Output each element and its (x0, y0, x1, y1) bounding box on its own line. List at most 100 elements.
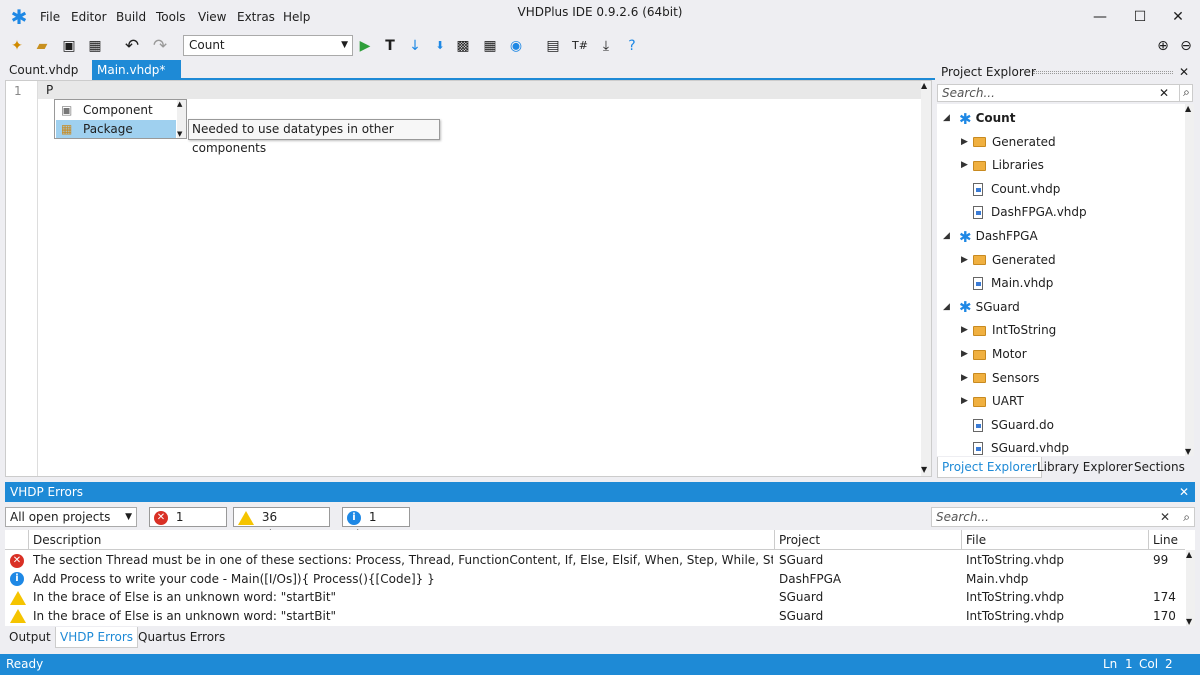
minimize-button[interactable]: — (1080, 6, 1120, 28)
tree-item-file[interactable]: SGuard.do (973, 415, 1054, 435)
expanded-arrow-icon[interactable]: ◢ (943, 297, 950, 317)
text-tool-icon[interactable]: T (380, 36, 400, 56)
tab-count-vhdp[interactable]: Count.vhdp (4, 60, 83, 80)
import-icon[interactable]: ⤓ (596, 36, 616, 56)
tree-item-file[interactable]: DashFPGA.vhdp (973, 202, 1087, 222)
error-row[interactable]: In the brace of Else is an unknown word:… (5, 588, 1185, 607)
collapsed-arrow-icon[interactable]: ▶ (961, 391, 968, 411)
code-editor[interactable]: 1 P ▲ ▼ (5, 80, 932, 477)
new-project-icon[interactable]: ✦ (7, 36, 27, 56)
text-format-icon[interactable]: T# (570, 36, 590, 56)
tree-item-file[interactable]: Main.vhdp (973, 273, 1053, 293)
tab-library-explorer[interactable]: Library Explorer (1033, 457, 1137, 478)
zoom-in-icon[interactable]: ⊕ (1153, 36, 1173, 56)
configuration-select[interactable]: Count ▼ (183, 35, 353, 56)
scroll-down-icon[interactable]: ▼ (1186, 617, 1192, 626)
error-row[interactable]: ✕ The section Thread must be in one of th… (5, 551, 1185, 570)
help-icon[interactable]: ? (622, 36, 642, 56)
maximize-button[interactable]: ☐ (1120, 6, 1160, 28)
warnings-filter-button[interactable]: 36 Warnings (233, 507, 330, 542)
chevron-up-icon[interactable]: ▲ (177, 100, 182, 108)
tree-item-folder[interactable]: ▶ Motor (961, 344, 1027, 364)
step-icon[interactable]: ⬇ (430, 36, 450, 56)
clear-search-icon[interactable]: ✕ (1160, 508, 1170, 526)
run-icon[interactable]: ▶ (355, 36, 375, 56)
collapsed-arrow-icon[interactable]: ▶ (961, 368, 968, 388)
tree-item-project[interactable]: ◢ ✱ Count (943, 108, 1015, 128)
column-header-line[interactable]: Line (1149, 530, 1185, 550)
error-project-cell: DashFPGA (779, 571, 842, 586)
tab-quartus-errors[interactable]: Quartus Errors (134, 627, 229, 648)
collapsed-arrow-icon[interactable]: ▶ (961, 250, 968, 270)
error-row[interactable]: i Add Process to write your code - Main([… (5, 570, 1185, 589)
column-header-project[interactable]: Project (775, 530, 962, 550)
settings-chip-icon[interactable]: ▤ (543, 36, 563, 56)
scroll-down-icon[interactable]: ▼ (1185, 447, 1191, 456)
zoom-out-icon[interactable]: ⊖ (1176, 36, 1196, 56)
completion-item-component[interactable]: ▣ Component (56, 101, 176, 119)
search-icon[interactable]: ⌕ (1179, 85, 1193, 101)
tab-project-explorer[interactable]: Project Explorer (937, 457, 1042, 478)
explorer-search-input[interactable]: Search... (937, 84, 1193, 102)
scroll-down-icon[interactable]: ▼ (921, 465, 927, 474)
tab-output[interactable]: Output (5, 627, 55, 648)
tree-item-file[interactable]: SGuard.vhdp (973, 438, 1069, 456)
download-arrow-icon[interactable]: ↓ (405, 36, 425, 56)
search-icon[interactable]: ⌕ (1183, 508, 1190, 526)
collapsed-arrow-icon[interactable]: ▶ (961, 132, 968, 152)
chevron-down-icon[interactable]: ▼ (177, 130, 182, 138)
errors-panel-header: VHDP Errors ✕ (5, 482, 1195, 502)
file-icon (973, 182, 983, 196)
editor-scrollbar[interactable]: ▲ ▼ (921, 81, 931, 476)
pin-planner-icon[interactable]: ▦ (480, 36, 500, 56)
scroll-up-icon[interactable]: ▲ (1185, 104, 1191, 113)
open-folder-icon[interactable]: ▰ (32, 36, 52, 56)
clear-search-icon[interactable]: ✕ (1159, 86, 1169, 100)
completion-scrollbar[interactable]: ▲ ▼ (177, 100, 186, 138)
completion-item-package[interactable]: ▦ Package (56, 120, 176, 138)
line-value: 1 (1125, 657, 1133, 671)
errors-scrollbar[interactable]: ▲ ▼ (1186, 550, 1195, 626)
globe-icon[interactable]: ◉ (506, 36, 526, 56)
redo-icon[interactable]: ↷ (150, 36, 170, 56)
tree-item-project[interactable]: ◢ ✱ DashFPGA (943, 226, 1038, 246)
collapsed-arrow-icon[interactable]: ▶ (961, 320, 968, 340)
tab-sections[interactable]: Sections (1130, 457, 1189, 478)
expanded-arrow-icon[interactable]: ◢ (943, 108, 950, 128)
error-row[interactable]: In the brace of Else is an unknown word:… (5, 607, 1185, 626)
tree-item-folder[interactable]: ▶ Generated (961, 132, 1056, 152)
project-filter-select[interactable]: All open projects ▼ (5, 507, 137, 527)
tree-item-folder[interactable]: ▶ UART (961, 391, 1024, 411)
errors-filter-button[interactable]: ✕ 1 Errors (149, 507, 227, 542)
warning-icon (10, 588, 30, 607)
column-header-description[interactable]: Description (29, 530, 775, 550)
collapsed-arrow-icon[interactable]: ▶ (961, 155, 968, 175)
expanded-arrow-icon[interactable]: ◢ (943, 226, 950, 246)
save-all-icon[interactable]: ▦ (85, 36, 105, 56)
tree-item-label: SGuard.vhdp (991, 441, 1069, 456)
chip-icon[interactable]: ▩ (453, 36, 473, 56)
tab-main-vhdp[interactable]: Main.vhdp* ✕ (92, 60, 181, 97)
tree-item-folder[interactable]: ▶ IntToString (961, 320, 1056, 340)
column-header-file[interactable]: File (962, 530, 1149, 550)
tree-scrollbar[interactable]: ▲ ▼ (1185, 104, 1194, 456)
current-line[interactable]: P (38, 81, 922, 99)
hints-filter-button[interactable]: i 1 Hints (342, 507, 410, 542)
tree-item-folder[interactable]: ▶ Libraries (961, 155, 1044, 175)
collapsed-arrow-icon[interactable]: ▶ (961, 344, 968, 364)
scroll-up-icon[interactable]: ▲ (1186, 550, 1192, 559)
close-panel-icon[interactable]: ✕ (1179, 482, 1189, 502)
ide-window: ✱ File Editor Build Tools View Extras He… (0, 0, 1200, 675)
save-icon[interactable]: ▣ (59, 36, 79, 56)
scroll-up-icon[interactable]: ▲ (921, 81, 927, 90)
tree-item-folder[interactable]: ▶ Sensors (961, 368, 1039, 388)
tree-item-folder[interactable]: ▶ Generated (961, 250, 1056, 270)
close-panel-icon[interactable]: ✕ (1179, 60, 1189, 84)
panel-grip[interactable] (1033, 71, 1173, 74)
close-window-button[interactable]: ✕ (1158, 6, 1198, 28)
undo-icon[interactable]: ↶ (122, 36, 142, 56)
tree-item-file[interactable]: Count.vhdp (973, 179, 1060, 199)
errors-search-input[interactable]: Search... ✕ ⌕ (931, 507, 1195, 527)
tab-vhdp-errors[interactable]: VHDP Errors (55, 627, 139, 648)
tree-item-project[interactable]: ◢ ✱ SGuard (943, 297, 1020, 317)
